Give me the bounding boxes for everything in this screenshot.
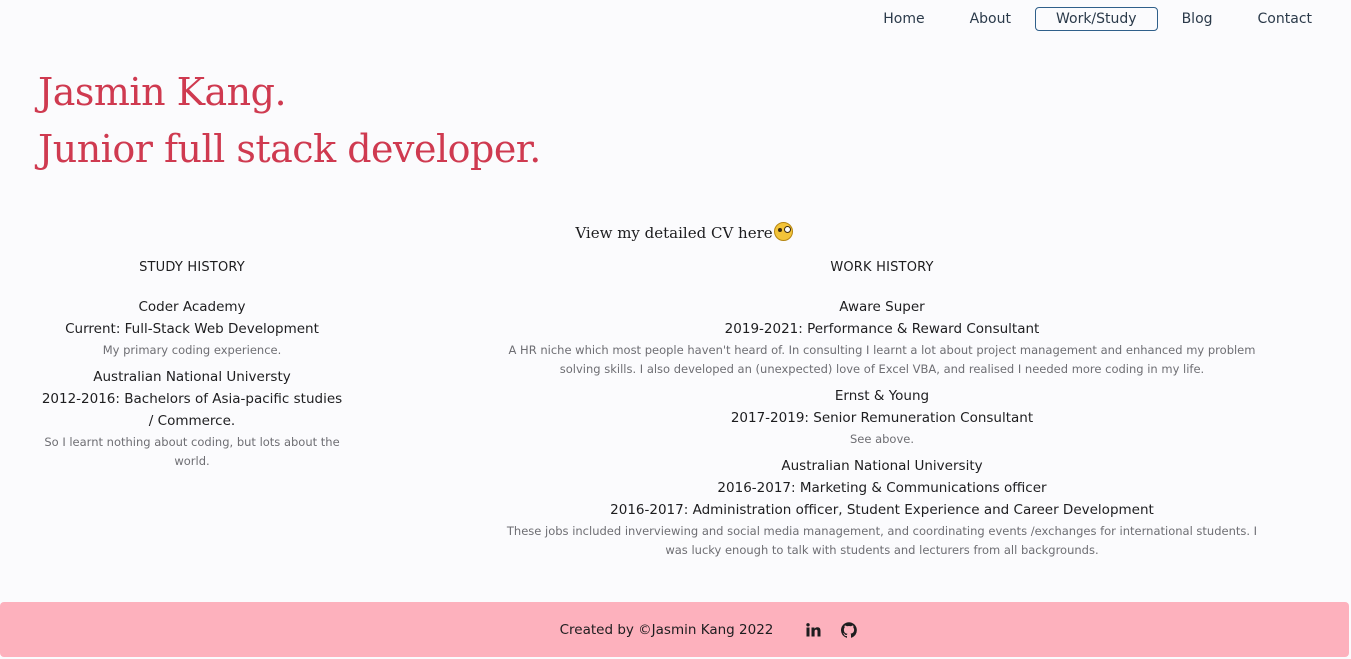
hero-tagline: Junior full stack developer. (38, 127, 541, 171)
nav-work-study[interactable]: Work/Study (1034, 7, 1158, 31)
work-history: WORK HISTORY Aware Super 2019-2021: Perf… (500, 258, 1264, 566)
work-org: Australian National University (781, 458, 983, 474)
cv-link[interactable]: View my detailed CV here (575, 222, 793, 242)
hero: Jasmin Kang. Junior full stack developer… (38, 64, 541, 178)
footer: Created by ©Jasmin Kang 2022 (0, 602, 1349, 657)
work-role: 2016-2017: Administration officer, Stude… (610, 502, 1154, 518)
nav-about[interactable]: About (949, 7, 1032, 31)
monocle-face-icon (773, 222, 793, 241)
study-history: STUDY HISTORY Coder Academy Current: Ful… (40, 258, 344, 477)
study-entry: Coder Academy Current: Full-Stack Web De… (40, 296, 344, 360)
github-icon[interactable] (841, 621, 858, 638)
work-org: Ernst & Young (834, 388, 930, 404)
work-heading: WORK HISTORY (830, 260, 934, 275)
study-org: Coder Academy (138, 299, 246, 315)
study-desc: So I learnt nothing about coding, but lo… (44, 435, 340, 468)
footer-credit: Created by ©Jasmin Kang 2022 (559, 621, 774, 638)
work-desc: These jobs included inverviewing and soc… (506, 524, 1258, 557)
study-role: 2012-2016: Bachelors of Asia-pacific stu… (41, 391, 343, 429)
cv-link-text: View my detailed CV here (575, 224, 773, 242)
study-role: Current: Full-Stack Web Development (65, 321, 319, 337)
top-nav: Home About Work/Study Blog Contact (859, 7, 1333, 31)
work-org: Aware Super (839, 299, 925, 315)
work-entry: Aware Super 2019-2021: Performance & Rew… (500, 296, 1264, 379)
work-role: 2016-2017: Marketing & Communications of… (717, 480, 1047, 496)
nav-home[interactable]: Home (862, 7, 945, 31)
cv-link-row: View my detailed CV here (0, 222, 1351, 242)
page: Home About Work/Study Blog Contact Jasmi… (0, 0, 1351, 659)
nav-contact[interactable]: Contact (1237, 7, 1333, 31)
work-desc: A HR niche which most people haven't hea… (508, 343, 1256, 376)
study-entry: Australian National Universty 2012-2016:… (40, 366, 344, 471)
work-role: 2019-2021: Performance & Reward Consulta… (724, 321, 1040, 337)
work-entry: Ernst & Young 2017-2019: Senior Remunera… (500, 385, 1264, 449)
work-desc: See above. (849, 432, 915, 446)
work-entry: Australian National University 2016-2017… (500, 455, 1264, 560)
study-org: Australian National Universty (93, 369, 291, 385)
nav-blog[interactable]: Blog (1161, 7, 1234, 31)
work-role: 2017-2019: Senior Remuneration Consultan… (730, 410, 1034, 426)
hero-name: Jasmin Kang. (38, 70, 287, 114)
study-desc: My primary coding experience. (102, 343, 282, 357)
study-heading: STUDY HISTORY (139, 260, 245, 275)
linkedin-icon[interactable] (805, 622, 821, 638)
